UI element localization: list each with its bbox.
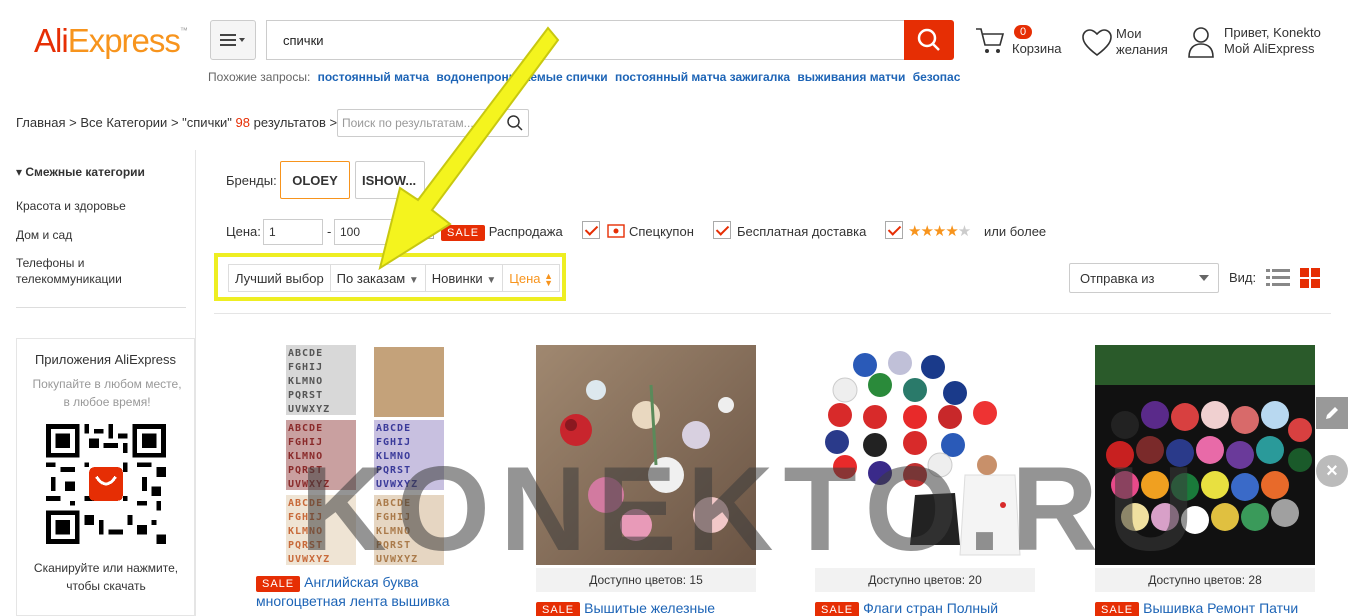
hamburger-icon: [220, 34, 245, 46]
colors-available: Доступно цветов: 15: [536, 568, 756, 592]
letter-patch-orange: ABCDE FGHIJ KLMNO PQRST UVWXYZ: [286, 495, 356, 565]
free-shipping-checkbox[interactable]: [713, 221, 731, 239]
colors-available: Доступно цветов: 28: [1095, 568, 1315, 592]
sidebar-item-home-garden[interactable]: Дом и сад: [16, 227, 186, 243]
heart-icon[interactable]: [1081, 28, 1113, 58]
related-link[interactable]: постоянный матча зажигалка: [615, 70, 790, 84]
product-image[interactable]: [815, 345, 1035, 565]
letter-patch-multicolor: [374, 347, 444, 417]
coupon-filter-label[interactable]: Спецкупон: [629, 224, 694, 239]
sort-best-match[interactable]: Лучший выбор: [229, 265, 331, 291]
sale-tag: SALE: [256, 576, 301, 592]
search-icon: [917, 28, 940, 51]
rating-checkbox[interactable]: [885, 221, 903, 239]
cart-label[interactable]: Корзина: [1012, 41, 1062, 56]
related-categories-title[interactable]: ▾ Смежные категории: [16, 165, 145, 179]
app-promo-title: Приложения AliExpress: [34, 352, 177, 367]
close-button[interactable]: ×: [1316, 455, 1348, 487]
categories-menu-button[interactable]: [210, 20, 256, 60]
related-searches: Похожие запросы: постоянный матча водоне…: [208, 70, 1028, 84]
content-divider: [214, 313, 1331, 314]
related-link[interactable]: выживания матчи: [797, 70, 905, 84]
close-icon: ×: [1326, 459, 1338, 482]
list-view-icon[interactable]: [1266, 268, 1290, 288]
price-label: Цена:: [226, 224, 261, 239]
embroidered-flowers-image: [1095, 345, 1315, 534]
wishlist-link[interactable]: Мои желания: [1116, 26, 1176, 58]
product-image[interactable]: ABCDE FGHIJ KLMNO PQRST UVWXYZ ABCDE FGHIJ KLM…: [256, 345, 476, 565]
qr-code[interactable]: [46, 424, 166, 544]
letter-patch-red: ABCDE FGHIJ KLMNO PQRST UVWXYZ: [286, 420, 356, 490]
coupon-checkbox[interactable]: [582, 221, 600, 239]
free-shipping-label[interactable]: Бесплатная доставка: [737, 224, 866, 239]
coupon-icon: [607, 224, 625, 238]
letter-patch-beige: ABCDE FGHIJ KLMNO PQRST UVWXYZ: [374, 495, 444, 565]
breadcrumb: Главная > Все Категории > "спички" 98 ре…: [16, 115, 338, 130]
results-label: результатов: [253, 115, 326, 130]
pencil-icon: [1326, 407, 1338, 419]
colors-available: Доступно цветов: 20: [815, 568, 1035, 592]
brand-oloey[interactable]: OLOEY: [280, 161, 350, 199]
search-input[interactable]: спички: [266, 20, 906, 60]
sidebar-item-beauty[interactable]: Красота и здоровье: [16, 198, 186, 214]
price-min-input[interactable]: 1: [263, 219, 323, 245]
product-image[interactable]: [1095, 345, 1315, 565]
brands-label: Бренды:: [226, 173, 277, 188]
view-label: Вид:: [1229, 270, 1257, 285]
sidebar-item-phones[interactable]: Телефоны и телекоммуникации: [16, 255, 186, 287]
search-button[interactable]: [904, 20, 954, 60]
rating-label[interactable]: или более: [984, 224, 1046, 239]
product-title[interactable]: SALE Вышивка Ремонт Патчи: [1095, 600, 1315, 616]
breadcrumb-all-categories[interactable]: Все Категории: [80, 115, 167, 130]
grid-view-icon[interactable]: [1300, 268, 1320, 288]
annotation-arrow-icon: [378, 26, 560, 271]
aliexpress-logo[interactable]: AliExpress™: [34, 22, 188, 60]
results-count: 98: [235, 115, 251, 130]
related-label: Похожие запросы:: [208, 70, 311, 84]
price-dash: -: [327, 224, 332, 239]
user-account-label: Мой AliExpress: [1224, 41, 1315, 56]
flower-patches-image: [560, 380, 734, 541]
sale-tag: SALE: [815, 602, 860, 616]
sale-tag: SALE: [536, 602, 581, 616]
letter-patch-blue: ABCDE FGHIJ KLMNO PQRST UVWXYZ: [374, 420, 444, 490]
sidebar-divider: [16, 307, 186, 308]
sale-tag: SALE: [1095, 602, 1140, 616]
flag-badges-image: [825, 351, 1021, 556]
app-promo-subtitle: Покупайте в любом месте, в любое время!: [32, 377, 182, 409]
cart-icon: [976, 28, 1005, 53]
user-greeting: Привет, Konekto: [1224, 25, 1321, 40]
related-link[interactable]: безопас: [913, 70, 961, 84]
feedback-button[interactable]: [1316, 397, 1348, 429]
cart-count-badge: 0: [1014, 25, 1033, 39]
sidebar-border: [195, 150, 196, 616]
product-title[interactable]: SALE Английская буква многоцветная лента …: [256, 574, 476, 610]
user-icon[interactable]: [1187, 26, 1215, 58]
ship-from-select[interactable]: Отправка из: [1069, 263, 1219, 293]
product-image[interactable]: [536, 345, 756, 565]
breadcrumb-home[interactable]: Главная: [16, 115, 65, 130]
app-promo-footer: Сканируйте или нажмите, чтобы скачать: [33, 561, 179, 593]
product-title[interactable]: SALE Вышитые железные: [536, 600, 756, 616]
letter-patch-gray: ABCDE FGHIJ KLMNO PQRST UVWXYZ: [286, 345, 356, 415]
chevron-down-icon: [1199, 275, 1209, 281]
user-account-link[interactable]: Привет, Konekto Мой AliExpress: [1224, 25, 1321, 57]
rating-stars: ★★★★★: [908, 223, 971, 240]
product-title[interactable]: SALE Флаги стран Полный: [815, 600, 1035, 616]
breadcrumb-query: "спички": [182, 115, 232, 130]
